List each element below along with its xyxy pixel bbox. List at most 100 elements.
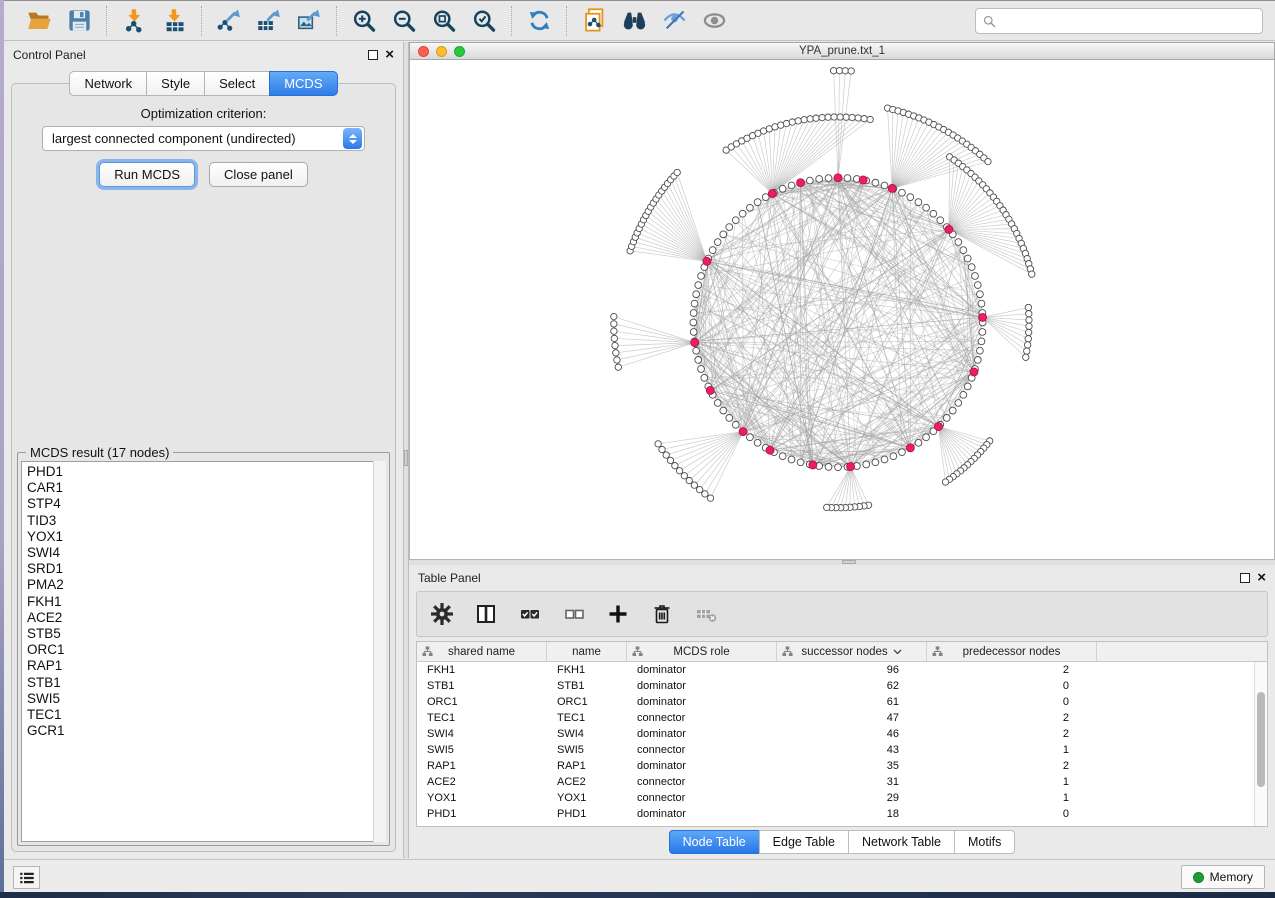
run-mcds-button[interactable]: Run MCDS (99, 162, 195, 187)
search-network-button[interactable] (617, 5, 651, 37)
cell-shared-name: STB1 (417, 680, 547, 692)
result-node[interactable]: ORC1 (27, 642, 385, 658)
cell-MCDS-role: dominator (627, 680, 777, 692)
horizontal-splitter-grip[interactable] (842, 560, 856, 564)
table-row[interactable]: ORC1ORC1dominator610 (417, 694, 1267, 710)
cytoscape-window: Control Panel × NetworkStyleSelectMCDS O… (4, 0, 1275, 893)
result-node[interactable]: FKH1 (27, 594, 385, 610)
table-row[interactable]: SWI5SWI5connector431 (417, 742, 1267, 758)
export-image-icon (296, 7, 323, 34)
column-header-predecessor-nodes[interactable]: predecessor nodes (927, 642, 1097, 661)
vertical-splitter-grip[interactable] (404, 450, 408, 466)
result-node[interactable]: GCR1 (27, 723, 385, 739)
cell-name: SWI4 (547, 728, 627, 740)
export-network-button[interactable] (212, 5, 246, 37)
column-header-name[interactable]: name (547, 642, 627, 661)
table-row[interactable]: PHD1PHD1dominator180 (417, 806, 1267, 822)
gear-button[interactable] (427, 598, 457, 630)
hide-panels-button[interactable] (657, 5, 691, 37)
search-input[interactable] (1002, 11, 1256, 31)
criterion-dropdown[interactable]: largest connected component (undirected) (42, 126, 365, 151)
memory-button[interactable]: Memory (1181, 865, 1265, 889)
result-node[interactable]: ACE2 (27, 610, 385, 626)
network-graph[interactable] (410, 60, 1274, 559)
tab-style[interactable]: Style (146, 71, 204, 96)
float-panel-icon[interactable] (368, 50, 378, 60)
tab-select[interactable]: Select (204, 71, 269, 96)
hierarchy-icon (422, 646, 433, 657)
task-history-button[interactable] (13, 866, 40, 889)
result-node[interactable]: RAP1 (27, 658, 385, 674)
table-row[interactable]: ACE2ACE2connector311 (417, 774, 1267, 790)
export-table-button[interactable] (252, 5, 286, 37)
table-scrollbar-thumb[interactable] (1257, 692, 1265, 787)
result-node[interactable]: TEC1 (27, 707, 385, 723)
result-node[interactable]: SRD1 (27, 561, 385, 577)
result-node[interactable]: TID3 (27, 513, 385, 529)
refresh-button[interactable] (522, 5, 556, 37)
cell-MCDS-role: connector (627, 792, 777, 804)
import-network-icon (121, 7, 148, 34)
export-image-button[interactable] (292, 5, 326, 37)
result-node[interactable]: PMA2 (27, 577, 385, 593)
show-panels-button[interactable] (697, 5, 731, 37)
table-row[interactable]: SWI4SWI4dominator462 (417, 726, 1267, 742)
float-table-panel-icon[interactable] (1240, 573, 1250, 583)
result-node[interactable]: STB1 (27, 675, 385, 691)
search-box[interactable] (975, 8, 1263, 34)
table-row[interactable]: FKH1FKH1dominator962 (417, 662, 1267, 678)
result-node[interactable]: PHD1 (27, 464, 385, 480)
cell-successor-nodes: 47 (777, 712, 927, 724)
split-columns-button[interactable] (471, 598, 501, 630)
tab-edge-table[interactable]: Edge Table (759, 830, 848, 854)
result-list-scrollbar[interactable] (373, 461, 386, 842)
close-panel-icon[interactable]: × (385, 50, 394, 60)
tab-motifs[interactable]: Motifs (954, 830, 1015, 854)
zoom-fit-button[interactable] (427, 5, 461, 37)
result-node[interactable]: CAR1 (27, 480, 385, 496)
cell-shared-name: SWI5 (417, 744, 547, 756)
table-row[interactable]: STB1STB1dominator620 (417, 678, 1267, 694)
open-file-button[interactable] (22, 5, 56, 37)
column-header-successor-nodes[interactable]: successor nodes (777, 642, 927, 661)
deselect-all-button[interactable] (559, 598, 589, 630)
import-network-button[interactable] (117, 5, 151, 37)
zoom-out-button[interactable] (387, 5, 421, 37)
result-node[interactable]: SWI5 (27, 691, 385, 707)
table-row[interactable]: RAP1RAP1dominator352 (417, 758, 1267, 774)
table-scrollbar[interactable] (1254, 662, 1267, 826)
result-node[interactable]: STP4 (27, 496, 385, 512)
cell-successor-nodes: 18 (777, 808, 927, 820)
result-node[interactable]: SWI4 (27, 545, 385, 561)
delete-button[interactable] (647, 598, 677, 630)
memory-label: Memory (1210, 870, 1253, 884)
add-column-button[interactable] (603, 598, 633, 630)
table-row[interactable]: YOX1YOX1connector291 (417, 790, 1267, 806)
cell-predecessor-nodes: 0 (927, 808, 1097, 820)
delete-table-button[interactable] (691, 598, 721, 630)
result-node[interactable]: STB5 (27, 626, 385, 642)
tab-network[interactable]: Network (69, 71, 146, 96)
mcds-tab-content: Optimization criterion: largest connecte… (11, 83, 396, 852)
close-panel-button[interactable]: Close panel (209, 162, 308, 187)
save-session-button[interactable] (62, 5, 96, 37)
share-network-button[interactable] (577, 5, 611, 37)
result-node[interactable]: YOX1 (27, 529, 385, 545)
export-table-icon (256, 7, 283, 34)
import-table-button[interactable] (157, 5, 191, 37)
table-row[interactable]: TEC1TEC1connector472 (417, 710, 1267, 726)
mcds-result-list[interactable]: PHD1CAR1STP4TID3YOX1SWI4SRD1PMA2FKH1ACE2… (21, 461, 386, 842)
zoom-in-button[interactable] (347, 5, 381, 37)
criterion-dropdown-value: largest connected component (undirected) (43, 131, 343, 146)
column-header-shared-name[interactable]: shared name (417, 642, 547, 661)
tab-network-table[interactable]: Network Table (848, 830, 954, 854)
tab-node-table[interactable]: Node Table (669, 830, 759, 854)
select-all-button[interactable] (515, 598, 545, 630)
column-header-MCDS-role[interactable]: MCDS role (627, 642, 777, 661)
tab-mcds[interactable]: MCDS (269, 71, 337, 96)
gear-icon (430, 602, 454, 626)
deselect-all-icon (562, 602, 586, 626)
close-table-panel-icon[interactable]: × (1257, 573, 1266, 583)
zoom-selected-button[interactable] (467, 5, 501, 37)
network-canvas[interactable] (409, 60, 1275, 560)
